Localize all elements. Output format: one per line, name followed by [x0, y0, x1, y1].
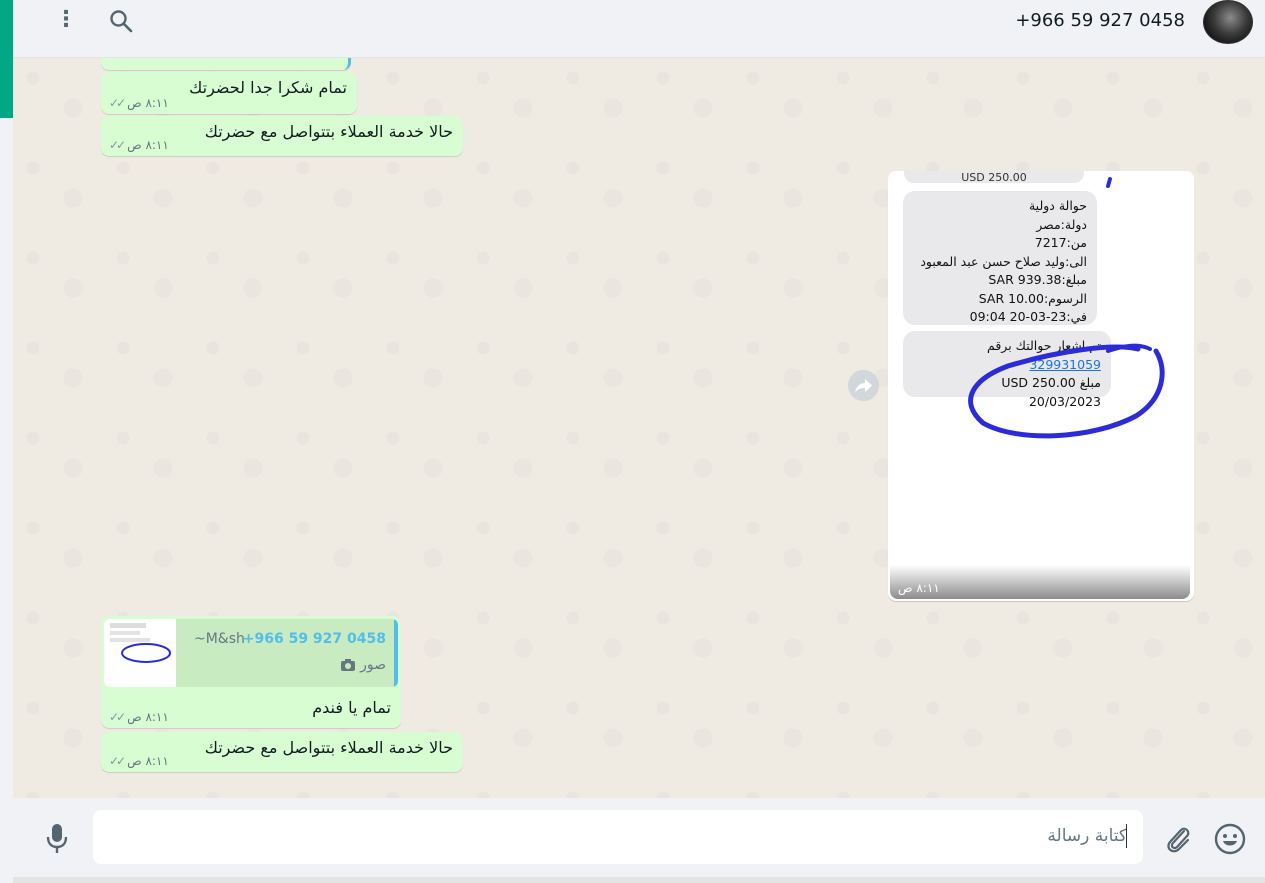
quoted-message[interactable]: ~M&sh +966 59 927 0458 صور [104, 619, 398, 687]
message-bubble[interactable]: تمام شكرا جدا لحضرتك ✓✓ ٨:١١ ص [101, 72, 357, 114]
message-meta: ✓✓ ٨:١١ ص [109, 710, 169, 724]
quoted-kind: صور [340, 657, 386, 673]
message-placeholder: كتابة رسالة [1047, 826, 1127, 846]
accent-bar [0, 0, 13, 118]
double-check-icon: ✓✓ [109, 96, 126, 110]
message-input[interactable]: كتابة رسالة [93, 810, 1143, 864]
quote-accent-bar [394, 619, 398, 687]
quoted-kind-label: صور [360, 657, 386, 673]
message-text: حالا خدمة العملاء بتتواصل مع حضرتك [204, 122, 453, 141]
microphone-icon[interactable] [43, 822, 71, 856]
message-time: ٨:١١ ص [898, 581, 940, 595]
menu-icon[interactable]: ⋮ [55, 8, 77, 34]
image-message[interactable]: USD 250.00 حوالة دولية دولة:مصر من:7217 … [888, 171, 1194, 601]
message-text: تمام يا فندم [312, 698, 391, 717]
message-time: ٨:١١ ص [127, 96, 169, 110]
composer-bar: كتابة رسالة [13, 798, 1265, 883]
message-text: حالا خدمة العملاء بتتواصل مع حضرتك [204, 738, 453, 757]
quoted-pushname: ~M&sh [194, 631, 245, 647]
paperclip-icon[interactable] [1163, 822, 1193, 856]
bottom-strip [13, 877, 1265, 883]
clipped-bubble [101, 58, 351, 70]
message-time: ٨:١١ ص [127, 710, 169, 724]
double-check-icon: ✓✓ [109, 138, 126, 152]
message-time: ٨:١١ ص [127, 754, 169, 768]
chat-header: ⋮ +966 59 927 0458 [13, 0, 1265, 58]
message-bubble[interactable]: حالا خدمة العملاء بتتواصل مع حضرتك ✓✓ ٨:… [101, 732, 463, 772]
double-check-icon: ✓✓ [109, 710, 126, 724]
message-bubble[interactable]: حالا خدمة العملاء بتتواصل مع حضرتك ✓✓ ٨:… [101, 116, 463, 156]
message-text: تمام شكرا جدا لحضرتك [189, 78, 347, 97]
blue-circle-scribble [968, 177, 1165, 439]
camera-icon [341, 659, 356, 671]
message-time: ٨:١١ ص [127, 138, 169, 152]
message-meta: ✓✓ ٨:١١ ص [109, 96, 169, 110]
forward-icon[interactable] [848, 370, 879, 401]
reply-message[interactable]: ~M&sh +966 59 927 0458 صور تمام يا فندم … [101, 616, 401, 728]
emoji-icon[interactable] [1213, 822, 1247, 856]
chat-area: تمام شكرا جدا لحضرتك ✓✓ ٨:١١ ص حالا خدمة… [13, 58, 1265, 798]
message-meta: ✓✓ ٨:١١ ص [109, 754, 169, 768]
left-strip [0, 0, 19, 883]
search-icon[interactable] [108, 8, 134, 34]
double-check-icon: ✓✓ [109, 754, 126, 768]
quoted-sender: +966 59 927 0458 [242, 631, 386, 647]
contact-name[interactable]: +966 59 927 0458 [1015, 10, 1185, 31]
quoted-thumbnail [104, 619, 176, 687]
message-meta: ✓✓ ٨:١١ ص [109, 138, 169, 152]
avatar[interactable] [1203, 0, 1253, 44]
text-caret [1126, 824, 1127, 848]
